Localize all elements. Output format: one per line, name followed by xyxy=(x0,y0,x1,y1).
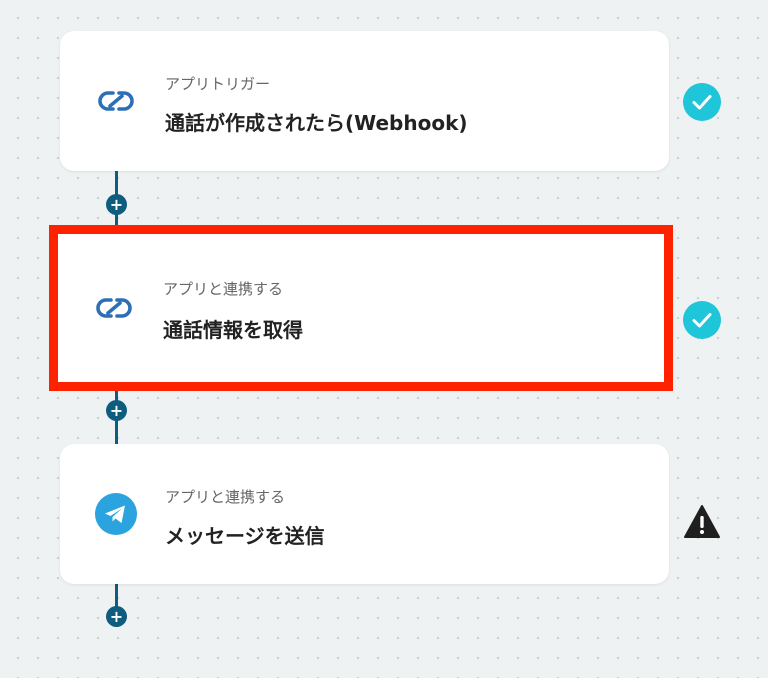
add-step-button[interactable]: + xyxy=(106,194,127,215)
step-card-send-message[interactable]: アプリと連携する メッセージを送信 xyxy=(60,444,669,584)
warning-icon xyxy=(684,505,720,538)
step-title: 通話が作成されたら(Webhook) xyxy=(165,111,468,135)
step-title: メッセージを送信 xyxy=(165,524,325,548)
zoho-link-icon xyxy=(96,298,132,318)
add-step-button[interactable]: + xyxy=(106,400,127,421)
zoho-link-icon xyxy=(98,91,134,111)
step-type-label: アプリと連携する xyxy=(163,280,284,298)
step-title: 通話情報を取得 xyxy=(163,318,303,342)
step-card-get-call-info[interactable]: アプリと連携する 通話情報を取得 xyxy=(49,225,673,391)
add-step-button[interactable]: + xyxy=(106,606,127,627)
step-type-label: アプリトリガー xyxy=(165,75,271,93)
step-card-trigger[interactable]: アプリトリガー 通話が作成されたら(Webhook) xyxy=(60,31,669,171)
telegram-icon xyxy=(95,493,137,535)
check-icon xyxy=(683,83,721,121)
check-icon xyxy=(683,301,721,339)
step-type-label: アプリと連携する xyxy=(165,488,286,506)
